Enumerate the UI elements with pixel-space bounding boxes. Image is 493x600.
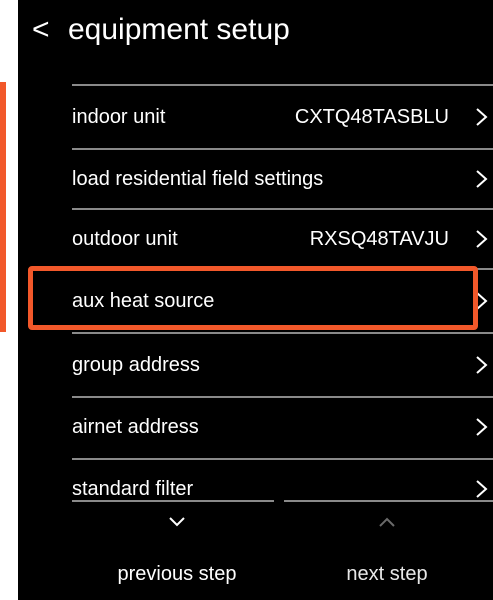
back-button[interactable]: <	[32, 10, 50, 50]
chevron-right-icon	[476, 170, 488, 188]
row-label: outdoor unit	[72, 228, 178, 250]
row-indoor-unit[interactable]: indoor unit CXTQ48TASBLU	[72, 86, 493, 148]
row-standard-filter[interactable]: standard filter	[72, 458, 493, 500]
chevron-right-icon	[476, 356, 488, 374]
row-label: standard filter	[72, 478, 194, 500]
row-outdoor-unit[interactable]: outdoor unit RXSQ48TAVJU	[72, 208, 493, 270]
next-step-button[interactable]: next step	[282, 500, 492, 600]
chevron-up-icon	[379, 517, 395, 527]
row-label: indoor unit	[72, 106, 166, 128]
row-airnet-address[interactable]: airnet address	[72, 396, 493, 458]
row-label: airnet address	[72, 416, 199, 438]
row-group-address[interactable]: group address	[72, 334, 493, 396]
chevron-right-icon	[476, 108, 488, 126]
highlight-box	[28, 266, 478, 330]
previous-step-button[interactable]: previous step	[72, 500, 282, 600]
page-title: equipment setup	[68, 13, 290, 46]
row-value: CXTQ48TASBLU	[294, 106, 449, 128]
chevron-down-icon	[169, 517, 185, 527]
header: < equipment setup	[18, 0, 493, 62]
chevron-right-icon	[476, 230, 488, 248]
equipment-setup-screen: < equipment setup indoor unit CXTQ48TASB…	[18, 0, 493, 600]
row-load-residential-field-settings[interactable]: load residential field settings	[72, 148, 493, 210]
row-label: group address	[72, 354, 200, 376]
previous-step-label: previous step	[117, 563, 237, 585]
row-value: RXSQ48TAVJU	[309, 228, 449, 250]
annotation-edge-mark	[0, 82, 6, 332]
next-step-label: next step	[346, 563, 428, 585]
chevron-right-icon	[476, 418, 488, 436]
chevron-right-icon	[476, 480, 488, 498]
row-label: load residential field settings	[72, 168, 324, 190]
